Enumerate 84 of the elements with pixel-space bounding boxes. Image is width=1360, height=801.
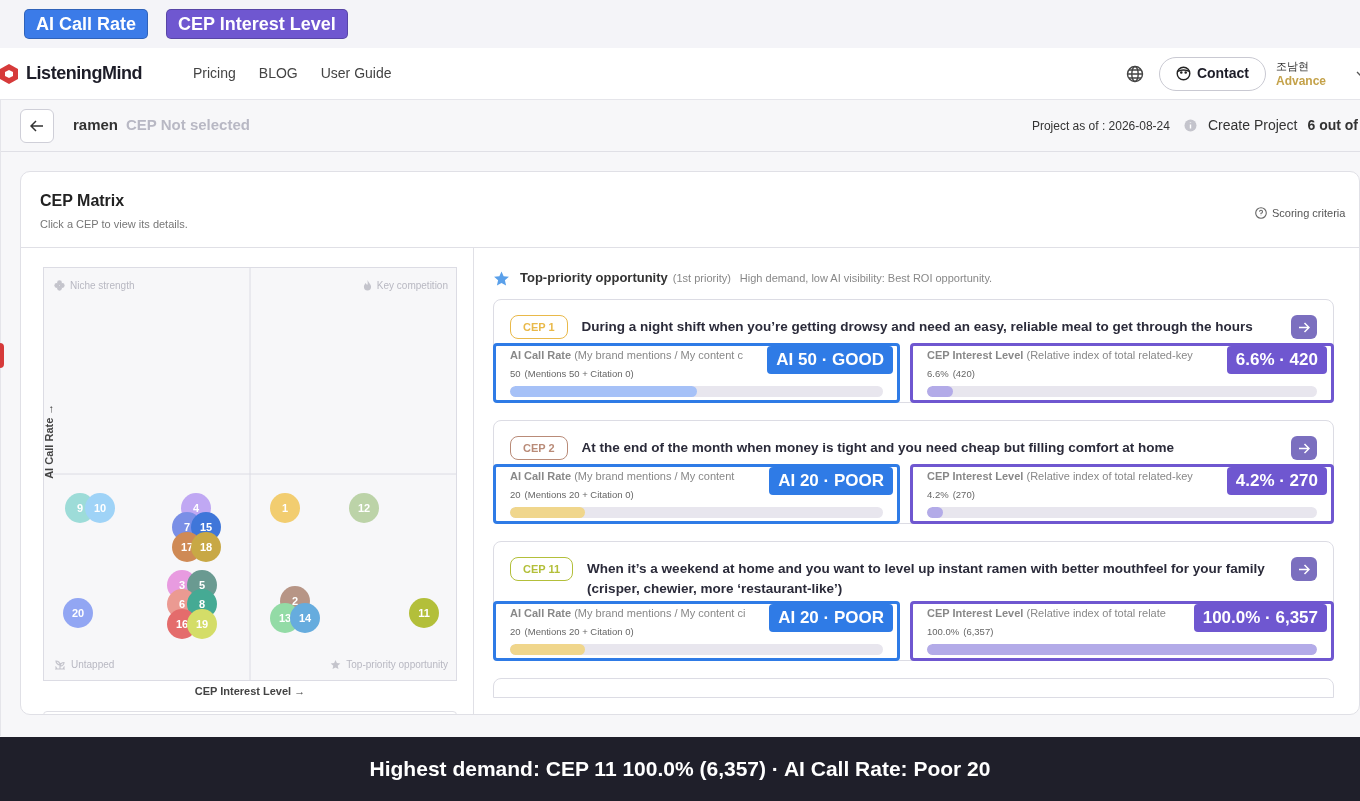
sprout-icon (54, 659, 66, 670)
metric-value: 6.6% (927, 366, 949, 381)
cep-bubble[interactable]: 18 (191, 532, 221, 562)
metric-value: 100.0% (927, 624, 960, 639)
metric-detail: (420) (952, 366, 975, 381)
metric-value: 4.2% (927, 487, 949, 502)
brand-name[interactable]: ListeningMind (26, 60, 143, 87)
star-icon (493, 269, 510, 287)
cep-card[interactable] (493, 541, 1334, 661)
section-title: Top-priority opportunity (520, 269, 668, 288)
metric-detail: (270) (952, 487, 975, 502)
quadrant-label: Key competition (376, 279, 448, 293)
cep-bubble[interactable]: 1 (270, 493, 300, 523)
metric-detail: (Mentions 20 + Citation 0) (524, 624, 634, 639)
metric-label: AI Call Rate (My brand mentions / My content c (510, 348, 743, 363)
cep-bubble[interactable]: 19 (187, 609, 217, 639)
smiley-icon (1175, 66, 1191, 81)
contact-button[interactable]: Contact (1158, 56, 1266, 91)
cep-title: When it’s a weekend at home and you want to level up instant ramen with better mouthfeel for your family (crisper, chewier, more ‘restaurant-like’) (587, 560, 1266, 598)
y-axis-label: AI Call Rate → (41, 402, 56, 481)
metric-label: AI Call Rate (My brand mentions / My content ci (510, 606, 746, 621)
arrow-right-icon (1298, 563, 1310, 575)
side-tab[interactable] (0, 343, 4, 368)
metric-value: 20 (510, 487, 521, 502)
cep-bubble[interactable]: 12 (349, 493, 379, 523)
arrow-button[interactable] (1291, 436, 1317, 460)
cep-title: During a night shift when you’re getting drowsy and need an easy, reliable meal to get through the hours (581, 318, 1254, 336)
create-project-link[interactable]: Create Project (1207, 115, 1298, 136)
matrix-title: CEP Matrix (40, 191, 126, 211)
metric-value: 20 (510, 624, 521, 639)
metric-label: CEP Interest Level (Relative index of total related-key (927, 348, 1193, 363)
section-priority: (1st priority) (672, 270, 731, 286)
arrow-right-icon (1298, 321, 1310, 333)
callout-badge: AI 20 · POOR (769, 467, 893, 495)
metric-detail: (Mentions 20 + Citation 0) (524, 487, 634, 502)
flame-icon (362, 280, 372, 291)
cep-tag: CEP 2 (510, 436, 568, 460)
arrow-right-icon (1298, 442, 1310, 454)
globe-icon[interactable] (1125, 64, 1144, 83)
nav-link[interactable]: Pricing (193, 63, 236, 84)
metric-label: AI Call Rate (My brand mentions / My content (510, 469, 735, 484)
cep-bubble[interactable]: 20 (63, 598, 93, 628)
callout-badge: AI 50 · GOOD (767, 346, 893, 374)
quadrant-label: Untapped (71, 658, 115, 672)
cep-tag: CEP 11 (510, 557, 574, 581)
x-axis-label: CEP Interest Level → (193, 684, 307, 699)
user-plan: Advance (1276, 73, 1328, 89)
metric-label: CEP Interest Level (Relative index of total related-key (927, 469, 1193, 484)
matrix-subtitle: Click a CEP to view its details. (40, 217, 188, 232)
quadrant-label: Top-priority opportunity (346, 658, 448, 672)
cep-bubble[interactable]: 11 (409, 598, 439, 628)
back-arrow-icon (30, 119, 44, 132)
arrow-button[interactable] (1291, 315, 1317, 339)
user-name: 조남현 (1276, 58, 1310, 74)
star-icon (330, 659, 342, 670)
metric-label: CEP Interest Level (Relative index of total relate (927, 606, 1166, 621)
nav-link[interactable]: BLOG (258, 63, 298, 84)
nav-link[interactable]: User Guide (320, 63, 392, 84)
scoring-criteria-link[interactable]: Scoring criteria (1272, 205, 1346, 222)
metric-value: 50 (510, 366, 521, 381)
keyword-title: ramen (73, 115, 119, 136)
cep-bubble[interactable]: 10 (85, 493, 115, 523)
project-date: Project as of : 2026-08-24 (1031, 117, 1170, 135)
quadrant-label: Niche strength (70, 279, 135, 293)
help-icon (1255, 207, 1267, 220)
cep-state: CEP Not selected (126, 115, 250, 136)
legend-badge: CEP Interest Level (166, 9, 348, 39)
metric-detail: (6,357) (963, 624, 994, 639)
project-count: 6 out of (1307, 116, 1358, 135)
caption-text: Highest demand: CEP 11 100.0% (6,357) · AI Call Rate: Poor 20 (369, 756, 991, 783)
callout-badge: AI 20 · POOR (769, 604, 893, 632)
clover-icon (54, 280, 65, 291)
legend-badge: AI Call Rate (24, 9, 149, 39)
cep-card[interactable] (493, 299, 1334, 403)
cep-card[interactable] (493, 420, 1334, 524)
callout-badge: 100.0% · 6,357 (1193, 604, 1327, 632)
cep-tag: CEP 1 (510, 315, 568, 339)
section-description: High demand, low AI visibility: Best ROI opportunity. (739, 270, 993, 286)
arrow-button[interactable] (1291, 557, 1317, 581)
callout-badge: 6.6% · 420 (1226, 346, 1327, 374)
metric-detail: (Mentions 50 + Citation 0) (524, 366, 634, 381)
cep-title: At the end of the month when money is tight and you need cheap but filling comfort at home (581, 439, 1176, 457)
back-button[interactable] (20, 108, 54, 143)
callout-badge: 4.2% · 270 (1226, 467, 1327, 495)
